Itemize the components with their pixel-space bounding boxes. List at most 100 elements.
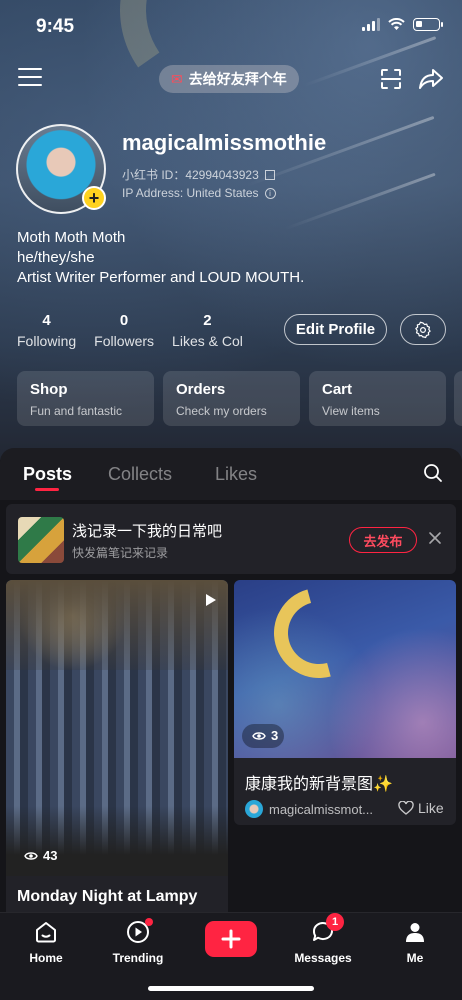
card-title: Shop — [30, 381, 68, 398]
notification-dot — [145, 918, 153, 926]
status-icons — [362, 18, 443, 31]
ip-address-text: IP Address: United States — [122, 186, 259, 200]
view-count: 3 — [252, 728, 278, 743]
bio-line: he/they/she — [17, 249, 95, 266]
like-button[interactable]: Like — [398, 800, 444, 816]
card-title: Orders — [176, 381, 226, 398]
shop-card[interactable]: Shop Fun and fantastic — [17, 371, 154, 426]
info-icon[interactable]: i — [264, 187, 276, 199]
plus-icon — [221, 929, 241, 949]
note-author[interactable]: magicalmissmot... — [245, 800, 373, 818]
nav-label: Messages — [294, 951, 352, 965]
stat-number: 4 — [42, 312, 51, 329]
greeting-text: 去给好友拜个年 — [188, 71, 287, 87]
nav-messages[interactable]: 1 Messages — [283, 913, 363, 965]
signal-icon — [362, 18, 380, 31]
note-title: Monday Night at Lampy — [17, 888, 198, 905]
card-subtitle: Check my orders — [176, 404, 267, 418]
like-label: Like — [418, 800, 444, 816]
draft-title: 浅记录一下我的日常吧 — [72, 523, 223, 540]
qr-code-icon[interactable] — [264, 169, 275, 180]
card-subtitle: View items — [322, 404, 380, 418]
moon-decoration — [257, 580, 381, 695]
search-icon[interactable] — [423, 463, 443, 483]
note-cover-image — [6, 580, 228, 876]
shortcut-cards: Shop Fun and fantastic Orders Check my o… — [17, 371, 446, 426]
video-play-icon — [206, 594, 216, 606]
active-tab-indicator — [35, 488, 59, 491]
bottom-nav: Home Trending 1 Messages Me — [0, 912, 462, 1000]
nav-me[interactable]: Me — [375, 919, 455, 965]
posts-feed: 浅记录一下我的日常吧 快发篇笔记来记录 去发布 43 Monday Night … — [0, 500, 462, 912]
ip-address: IP Address: United States i — [122, 186, 276, 200]
bio-line: Moth Moth Moth — [17, 229, 126, 246]
nav-home[interactable]: Home — [6, 919, 86, 965]
cart-card[interactable]: Cart View items — [309, 371, 446, 426]
eye-icon — [252, 731, 266, 740]
stat-label: Following — [17, 333, 77, 349]
status-bar: 9:45 — [0, 0, 462, 54]
trending-icon-wrap — [125, 918, 153, 945]
content-tabs: Posts Collects Likes — [0, 448, 462, 500]
message-badge: 1 — [326, 913, 344, 931]
wifi-icon — [388, 18, 405, 30]
person-icon — [406, 923, 424, 942]
edit-profile-button[interactable]: Edit Profile — [284, 314, 387, 345]
battery-icon — [413, 18, 443, 31]
nav-label: Me — [406, 951, 424, 965]
user-id-text: 小红书 ID：42994043923 — [122, 168, 259, 182]
messages-icon-wrap: 1 — [310, 913, 344, 945]
card-title: Cart — [322, 381, 353, 398]
stat-label: Followers — [94, 333, 155, 349]
stat-following[interactable]: 4 Following — [17, 312, 76, 349]
view-count-text: 3 — [271, 728, 279, 743]
view-count: 43 — [24, 848, 57, 863]
note-title: 康康我的新背景图✨ — [245, 776, 393, 793]
draft-thumbnail — [18, 517, 64, 563]
stat-label: Likes & Col — [172, 333, 243, 349]
bio-line: Artist Writer Performer and LOUD MOUTH. — [17, 269, 305, 286]
view-count-text: 43 — [43, 848, 58, 863]
profile-stats: 4 Following 0 Followers 2 Likes & Col — [17, 312, 261, 349]
heart-icon — [398, 801, 414, 815]
note-card[interactable]: 3 康康我的新背景图✨ magicalmissmot... Like — [234, 580, 456, 825]
profile-avatar[interactable]: + — [16, 124, 106, 214]
note-card[interactable]: 43 Monday Night at Lampy — [6, 580, 228, 912]
add-avatar-icon[interactable]: + — [82, 186, 106, 210]
stat-number: 2 — [203, 312, 212, 329]
card-subtitle: Fun and fantastic — [30, 404, 123, 418]
top-nav: ✉ 去给好友拜个年 — [0, 62, 462, 98]
scan-icon[interactable] — [379, 67, 403, 91]
nav-label: Home — [29, 951, 63, 965]
next-card-peek[interactable] — [454, 371, 462, 426]
tab-posts[interactable]: Posts — [23, 464, 72, 485]
home-indicator — [148, 986, 314, 991]
menu-icon[interactable] — [18, 68, 42, 88]
greeting-pill[interactable]: ✉ 去给好友拜个年 — [159, 65, 299, 93]
create-post-button[interactable] — [205, 921, 257, 957]
draft-subtitle: 快发篇笔记来记录 — [72, 546, 169, 560]
bio: Moth Moth Moth he/they/she Artist Writer… — [17, 228, 304, 288]
nav-trending[interactable]: Trending — [98, 918, 178, 965]
stat-followers[interactable]: 0 Followers — [94, 312, 154, 349]
stat-number: 0 — [119, 312, 129, 329]
stat-likes-collects[interactable]: 2 Likes & Col — [172, 312, 243, 349]
nav-label: Trending — [112, 951, 164, 965]
publish-button[interactable]: 去发布 — [349, 527, 417, 553]
settings-button[interactable] — [400, 314, 446, 345]
star-streak — [284, 172, 436, 231]
orders-card[interactable]: Orders Check my orders — [163, 371, 300, 426]
tab-likes[interactable]: Likes — [215, 464, 257, 485]
home-icon — [36, 922, 56, 943]
eye-icon — [24, 851, 38, 860]
red-envelope-icon: ✉ — [171, 70, 183, 87]
share-icon[interactable] — [418, 67, 444, 91]
author-avatar — [245, 800, 263, 818]
gear-icon — [415, 321, 431, 338]
user-id[interactable]: 小红书 ID：42994043923 — [122, 166, 275, 183]
tab-collects[interactable]: Collects — [108, 464, 172, 485]
close-icon[interactable] — [427, 530, 443, 546]
status-time: 9:45 — [36, 16, 75, 37]
draft-prompt-banner[interactable]: 浅记录一下我的日常吧 快发篇笔记来记录 去发布 — [6, 504, 456, 574]
username: magicalmissmothie — [122, 130, 327, 155]
